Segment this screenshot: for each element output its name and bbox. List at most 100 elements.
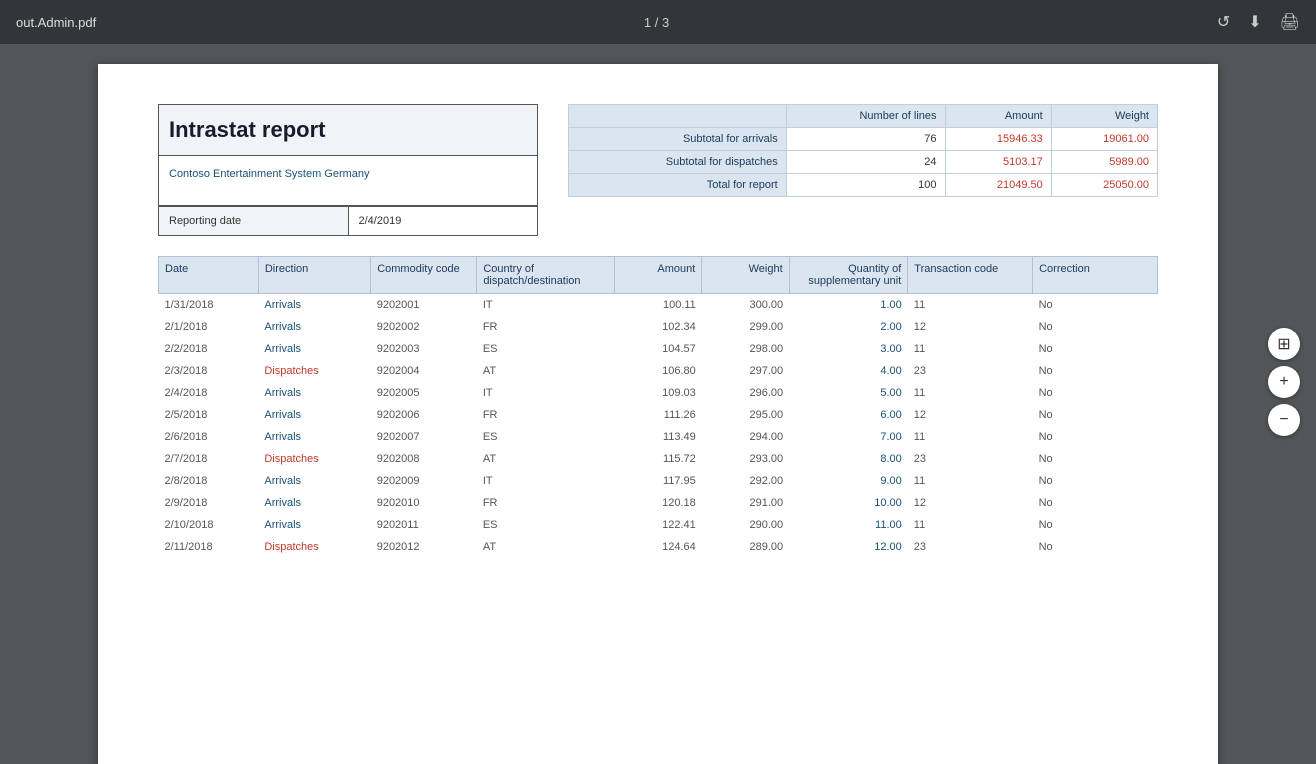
table-cell: 2/2/2018 bbox=[159, 338, 259, 360]
table-row: 2/9/2018Arrivals9202010FR120.18291.0010.… bbox=[159, 492, 1158, 514]
th-txn: Transaction code bbox=[908, 257, 1033, 294]
table-cell: 1.00 bbox=[789, 294, 908, 317]
table-cell: 9202005 bbox=[371, 382, 477, 404]
summary-header-lines: Number of lines bbox=[786, 105, 945, 128]
table-cell: 115.72 bbox=[614, 448, 701, 470]
toolbar-center: 1 / 3 bbox=[644, 15, 669, 30]
zoom-controls: ⊞ + − bbox=[1268, 328, 1300, 436]
summary-row-amount: 21049.50 bbox=[945, 174, 1051, 197]
data-table: Date Direction Commodity code Country of… bbox=[158, 256, 1158, 558]
th-direction: Direction bbox=[258, 257, 370, 294]
th-date: Date bbox=[159, 257, 259, 294]
th-weight: Weight bbox=[702, 257, 789, 294]
table-cell: 7.00 bbox=[789, 426, 908, 448]
table-row: 2/1/2018Arrivals9202002FR102.34299.002.0… bbox=[159, 316, 1158, 338]
plus-icon: + bbox=[1279, 373, 1288, 391]
table-cell: Arrivals bbox=[258, 470, 370, 492]
table-cell: 297.00 bbox=[702, 360, 789, 382]
table-cell: 9202004 bbox=[371, 360, 477, 382]
table-cell: No bbox=[1033, 470, 1158, 492]
table-cell: 9202003 bbox=[371, 338, 477, 360]
table-cell: 2/3/2018 bbox=[159, 360, 259, 382]
zoom-out-button[interactable]: − bbox=[1268, 404, 1300, 436]
th-country: Country of dispatch/destination bbox=[477, 257, 615, 294]
table-cell: 289.00 bbox=[702, 536, 789, 558]
table-cell: 2/1/2018 bbox=[159, 316, 259, 338]
toolbar-left: out.Admin.pdf bbox=[16, 15, 96, 30]
summary-header-weight: Weight bbox=[1051, 105, 1157, 128]
table-cell: 4.00 bbox=[789, 360, 908, 382]
table-cell: 111.26 bbox=[614, 404, 701, 426]
table-cell: 2.00 bbox=[789, 316, 908, 338]
header-left-panel: Intrastat report Contoso Entertainment S… bbox=[158, 104, 538, 236]
table-row: 2/11/2018Dispatches9202012AT124.64289.00… bbox=[159, 536, 1158, 558]
table-cell: No bbox=[1033, 426, 1158, 448]
company-cell: Contoso Entertainment System Germany bbox=[159, 156, 537, 206]
table-row: 2/5/2018Arrivals9202006FR111.26295.006.0… bbox=[159, 404, 1158, 426]
table-cell: 9202009 bbox=[371, 470, 477, 492]
table-cell: 120.18 bbox=[614, 492, 701, 514]
print-icon[interactable]: 🖨 bbox=[1280, 12, 1300, 32]
summary-row: Total for report10021049.5025050.00 bbox=[569, 174, 1158, 197]
zoom-in-button[interactable]: + bbox=[1268, 366, 1300, 398]
summary-row-amount: 5103.17 bbox=[945, 151, 1051, 174]
table-cell: 6.00 bbox=[789, 404, 908, 426]
table-cell: 2/5/2018 bbox=[159, 404, 259, 426]
table-cell: 2/7/2018 bbox=[159, 448, 259, 470]
summary-row-weight: 5989.00 bbox=[1051, 151, 1157, 174]
table-row: 2/7/2018Dispatches9202008AT115.72293.008… bbox=[159, 448, 1158, 470]
reporting-date-label: Reporting date bbox=[159, 207, 349, 235]
table-cell: ES bbox=[477, 338, 615, 360]
table-cell: ES bbox=[477, 514, 615, 536]
header-right-panel: Number of lines Amount Weight Subtotal f… bbox=[568, 104, 1158, 236]
report-title-cell: Intrastat report bbox=[159, 105, 537, 156]
table-row: 2/10/2018Arrivals9202011ES122.41290.0011… bbox=[159, 514, 1158, 536]
table-cell: Arrivals bbox=[258, 316, 370, 338]
table-cell: FR bbox=[477, 316, 615, 338]
table-cell: IT bbox=[477, 294, 615, 317]
table-cell: 23 bbox=[908, 536, 1033, 558]
download-icon[interactable]: ⬇ bbox=[1248, 12, 1261, 32]
summary-row-label: Total for report bbox=[569, 174, 787, 197]
table-cell: 291.00 bbox=[702, 492, 789, 514]
table-cell: 9202011 bbox=[371, 514, 477, 536]
table-cell: 290.00 bbox=[702, 514, 789, 536]
toolbar: out.Admin.pdf 1 / 3 ↺ ⬇ 🖨 bbox=[0, 0, 1316, 44]
table-header-row: Date Direction Commodity code Country of… bbox=[159, 257, 1158, 294]
refresh-icon[interactable]: ↺ bbox=[1217, 12, 1230, 32]
table-cell: 300.00 bbox=[702, 294, 789, 317]
summary-row-amount: 15946.33 bbox=[945, 128, 1051, 151]
toolbar-right: ↺ ⬇ 🖨 bbox=[1217, 12, 1300, 32]
summary-table: Number of lines Amount Weight Subtotal f… bbox=[568, 104, 1158, 197]
table-cell: No bbox=[1033, 536, 1158, 558]
table-row: 2/2/2018Arrivals9202003ES104.57298.003.0… bbox=[159, 338, 1158, 360]
table-cell: AT bbox=[477, 448, 615, 470]
table-cell: No bbox=[1033, 360, 1158, 382]
table-cell: 296.00 bbox=[702, 382, 789, 404]
table-cell: Arrivals bbox=[258, 426, 370, 448]
table-cell: 12 bbox=[908, 492, 1033, 514]
table-cell: 102.34 bbox=[614, 316, 701, 338]
table-cell: 3.00 bbox=[789, 338, 908, 360]
table-cell: AT bbox=[477, 360, 615, 382]
file-title: out.Admin.pdf bbox=[16, 15, 96, 30]
table-cell: 12.00 bbox=[789, 536, 908, 558]
table-cell: 2/9/2018 bbox=[159, 492, 259, 514]
table-cell: 2/8/2018 bbox=[159, 470, 259, 492]
table-cell: 23 bbox=[908, 360, 1033, 382]
table-cell: Dispatches bbox=[258, 360, 370, 382]
pagination-label: 1 / 3 bbox=[644, 15, 669, 30]
th-qty: Quantity of supplementary unit bbox=[789, 257, 908, 294]
table-cell: 2/10/2018 bbox=[159, 514, 259, 536]
summary-row-lines: 100 bbox=[786, 174, 945, 197]
table-cell: Arrivals bbox=[258, 338, 370, 360]
table-cell: 11 bbox=[908, 382, 1033, 404]
table-cell: 10.00 bbox=[789, 492, 908, 514]
minus-icon: − bbox=[1279, 411, 1288, 429]
table-cell: Arrivals bbox=[258, 404, 370, 426]
table-cell: 11 bbox=[908, 514, 1033, 536]
report-title: Intrastat report bbox=[169, 117, 325, 142]
zoom-fit-button[interactable]: ⊞ bbox=[1268, 328, 1300, 360]
table-cell: 11 bbox=[908, 294, 1033, 317]
table-row: 2/4/2018Arrivals9202005IT109.03296.005.0… bbox=[159, 382, 1158, 404]
